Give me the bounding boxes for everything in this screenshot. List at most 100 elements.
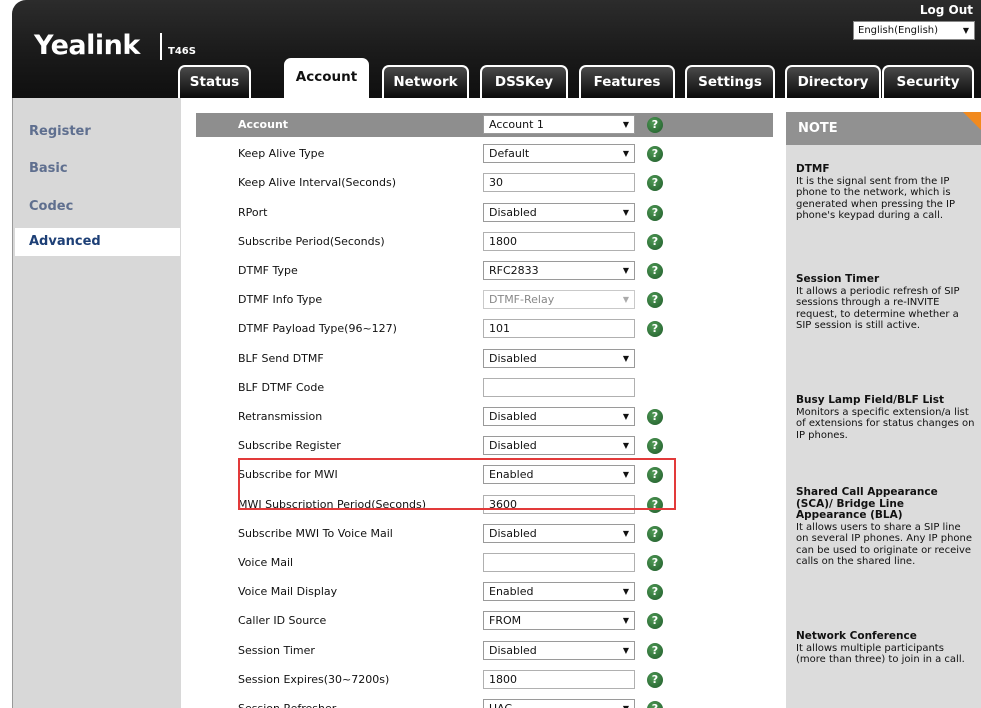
chevron-down-icon: ▼: [622, 295, 629, 305]
help-icon[interactable]: ?: [647, 321, 663, 338]
tab-status[interactable]: Status: [178, 65, 251, 98]
chevron-down-icon: ▼: [622, 353, 629, 363]
help-icon[interactable]: ?: [647, 613, 663, 630]
label-subscribe-register: Subscribe Register: [238, 439, 341, 453]
account-select[interactable]: Account 1 ▼: [483, 115, 635, 134]
help-icon[interactable]: ?: [647, 175, 663, 192]
subscribe-mwi-to-voice-mail-select[interactable]: Disabled ▼: [483, 523, 635, 543]
select-value: Disabled: [489, 351, 537, 365]
select-value: RFC2833: [489, 264, 539, 277]
tab-network[interactable]: Network: [382, 65, 469, 98]
help-icon[interactable]: ?: [647, 292, 663, 309]
dtmf-type-select[interactable]: RFC2833 ▼: [483, 261, 635, 280]
note-text: It allows multiple participants (more th…: [796, 642, 965, 666]
chevron-down-icon: ▼: [622, 120, 629, 129]
help-icon[interactable]: ?: [647, 204, 663, 221]
help-icon[interactable]: ?: [647, 263, 663, 279]
note-text: It is the signal sent from the IP phone …: [796, 175, 956, 222]
note-text: Monitors a specific extension/a list of …: [796, 406, 975, 441]
sidebar-item-advanced[interactable]: Advanced: [15, 228, 180, 256]
help-icon[interactable]: ?: [647, 409, 663, 425]
chevron-down-icon: ▼: [622, 441, 629, 451]
select-value: Disabled: [489, 205, 537, 219]
chevron-down-icon: ▼: [622, 207, 629, 217]
tab-security[interactable]: Security: [882, 65, 974, 98]
tab-account[interactable]: Account: [284, 58, 369, 98]
help-icon[interactable]: ?: [647, 233, 663, 250]
label-dtmf-payload-type-96-127: DTMF Payload Type(96~127): [238, 322, 397, 336]
select-value: FROM: [489, 614, 522, 628]
select-value: Account 1: [489, 118, 544, 131]
sidebar-item-basic[interactable]: Basic: [29, 161, 68, 176]
help-icon[interactable]: ?: [647, 525, 663, 542]
help-icon[interactable]: ?: [647, 584, 663, 601]
voice-mail-display-select[interactable]: Enabled ▼: [483, 582, 635, 602]
session-expires-30-7200s-input[interactable]: 1800: [483, 669, 635, 689]
note-section-network-conference: Network Conference It allows multiple pa…: [796, 630, 976, 666]
session-refresher-select[interactable]: UAC ▼: [483, 699, 635, 708]
header-bar: Yealink T46S Log Out English(English) ▼ …: [12, 0, 981, 98]
help-icon[interactable]: ?: [647, 438, 663, 455]
blf-dtmf-code-input[interactable]: [483, 377, 635, 397]
note-section-dtmf: DTMF It is the signal sent from the IP p…: [796, 163, 976, 222]
chevron-down-icon: ▼: [622, 587, 629, 597]
sidebar: Register Basic Codec Advanced: [12, 98, 181, 708]
label-subscribe-mwi-to-voice-mail: Subscribe MWI To Voice Mail: [238, 526, 393, 540]
label-retransmission: Retransmission: [238, 410, 323, 423]
label-voice-mail: Voice Mail: [238, 556, 294, 569]
label-account: Account: [238, 118, 289, 131]
help-icon[interactable]: ?: [647, 555, 663, 571]
model-label: T46S: [168, 46, 196, 57]
help-icon[interactable]: ?: [647, 117, 663, 133]
label-keep-alive-interval-seconds: Keep Alive Interval(Seconds): [238, 176, 397, 190]
help-icon[interactable]: ?: [647, 701, 663, 708]
logout-link[interactable]: Log Out: [920, 3, 973, 17]
note-text: It allows users to share a SIP line on s…: [796, 521, 973, 568]
sidebar-item-codec[interactable]: Codec: [29, 199, 73, 214]
chevron-down-icon: ▼: [622, 616, 629, 626]
language-value: English(English): [858, 25, 939, 36]
help-icon[interactable]: ?: [647, 642, 663, 659]
subscribe-period-seconds-input[interactable]: 1800: [483, 231, 635, 251]
tab-directory[interactable]: Directory: [785, 65, 881, 98]
note-section-blf: Busy Lamp Field/BLF List Monitors a spec…: [796, 394, 976, 441]
keep-alive-interval-seconds-input[interactable]: 30: [483, 173, 635, 193]
chevron-down-icon: ▼: [962, 26, 969, 35]
keep-alive-type-select[interactable]: Default ▼: [483, 144, 635, 164]
advanced-settings-form: Account Account 1 ▼? Keep Alive Type Default…: [181, 98, 773, 708]
help-icon[interactable]: ?: [647, 671, 663, 688]
note-heading: Busy Lamp Field/BLF List: [796, 394, 945, 406]
label-dtmf-info-type: DTMF Info Type: [238, 293, 323, 307]
label-voice-mail-display: Voice Mail Display: [238, 585, 338, 599]
note-title: NOTE: [798, 121, 838, 136]
dtmf-info-type-select[interactable]: DTMF-Relay ▼: [483, 290, 635, 310]
tab-settings[interactable]: Settings: [685, 65, 775, 98]
note-header: NOTE: [786, 112, 981, 145]
sidebar-item-register[interactable]: Register: [29, 124, 91, 139]
subscribe-register-select[interactable]: Disabled ▼: [483, 436, 635, 456]
blf-send-dtmf-select[interactable]: Disabled ▼: [483, 348, 635, 368]
session-timer-select[interactable]: Disabled ▼: [483, 640, 635, 660]
dtmf-payload-type-96-127-input[interactable]: 101: [483, 319, 635, 339]
label-blf-dtmf-code: BLF DTMF Code: [238, 380, 325, 394]
tab-features[interactable]: Features: [579, 65, 675, 98]
select-value: Disabled: [489, 526, 537, 540]
voice-mail-input[interactable]: [483, 553, 635, 572]
note-section-session-timer: Session Timer It allows a periodic refre…: [796, 273, 976, 332]
select-value: Default: [489, 147, 530, 161]
select-value: Enabled: [489, 585, 534, 599]
rport-select[interactable]: Disabled ▼: [483, 202, 635, 222]
label-caller-id-source: Caller ID Source: [238, 614, 327, 628]
chevron-down-icon: ▼: [623, 704, 629, 708]
select-value: UAC: [489, 702, 512, 708]
select-value: DTMF-Relay: [489, 293, 555, 307]
help-icon[interactable]: ?: [647, 146, 663, 163]
mwi-highlight-box: [238, 458, 676, 510]
language-select[interactable]: English(English) ▼: [853, 21, 975, 40]
note-section-sca-bla: Shared Call Appearance (SCA)/ Bridge Lin…: [796, 486, 976, 568]
retransmission-select[interactable]: Disabled ▼: [483, 407, 635, 426]
tab-dsskey[interactable]: DSSKey: [480, 65, 568, 98]
caller-id-source-select[interactable]: FROM ▼: [483, 611, 635, 631]
chevron-down-icon: ▼: [622, 412, 629, 421]
note-heading: Session Timer: [796, 273, 880, 285]
